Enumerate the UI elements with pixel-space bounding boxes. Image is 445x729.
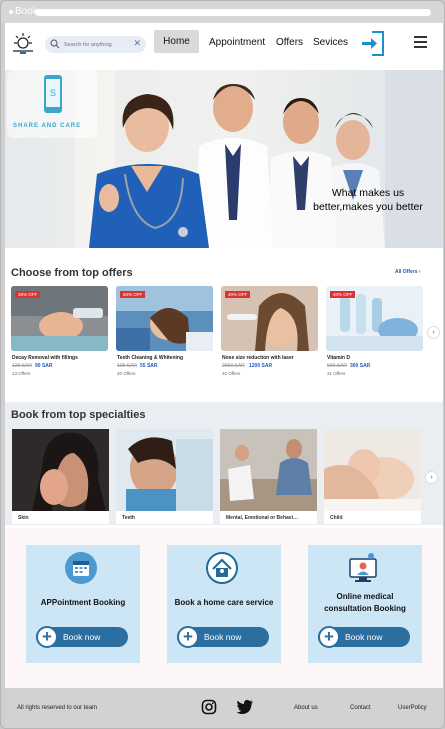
window-dot-icon <box>9 10 13 14</box>
all-offers-label: All Offers <box>395 269 418 275</box>
book-now-label: Book now <box>204 632 242 642</box>
discount-badge: 40% OFF <box>330 291 356 298</box>
phone-logo-icon: S <box>44 75 62 113</box>
offer-new-price: 55 SAR <box>140 363 158 369</box>
offer-old-price: 105 SAR <box>117 363 138 369</box>
specialty-card[interactable]: Child <box>324 429 421 524</box>
page: ✕ Home Appointment Offers Sevices <box>5 23 443 728</box>
specialty-card[interactable]: Teeth <box>116 429 213 524</box>
offer-new-price: 1200 SAR <box>249 363 273 369</box>
book-now-button[interactable]: + Book now <box>318 626 410 648</box>
offers-title: Choose from top offers <box>11 267 133 279</box>
offer-old-price: 2000 SAR <box>222 363 245 369</box>
service-title: Book a home care service <box>174 598 274 607</box>
offer-name: Teeth Cleaning & Whitening <box>117 355 184 361</box>
brand-logo[interactable]: S SHARE AND CARE <box>7 70 97 138</box>
offer-name: Vitamin D <box>327 355 350 361</box>
nav-home[interactable]: Home <box>154 30 199 53</box>
book-now-button[interactable]: + Book now <box>177 626 269 648</box>
twitter-icon[interactable] <box>236 699 254 715</box>
browser-window: Book ✕ <box>0 0 445 729</box>
nav-services[interactable]: Sevices <box>313 37 348 48</box>
appointment-booking-card: APPointment Booking + Book now <box>26 545 140 663</box>
specialty-name: Mental, Emotional or Behavi… <box>226 515 298 521</box>
offer-name: Nose size reduction with laser <box>222 355 294 361</box>
search-input[interactable] <box>64 38 134 51</box>
offer-count: 40 Offers <box>117 371 136 376</box>
instagram-icon[interactable] <box>201 699 217 715</box>
specialties-next-arrow-icon[interactable]: › <box>425 471 438 484</box>
offer-card[interactable]: 40% OFF Vitamin D 500 SAR 300 SAR 31 Off… <box>326 286 423 381</box>
service-title: APPointment Booking <box>40 598 126 607</box>
offers-next-arrow-icon[interactable]: › <box>427 326 440 339</box>
discount-badge: 50% OFF <box>120 291 146 298</box>
brand-letter: S <box>50 88 56 98</box>
search-icon <box>50 39 60 49</box>
nav-appointment[interactable]: Appointment <box>209 37 265 48</box>
nav-offers[interactable]: Offers <box>276 37 303 48</box>
offer-old-price: 500 SAR <box>327 363 348 369</box>
login-icon[interactable] <box>360 30 386 57</box>
search-box[interactable]: ✕ <box>45 36 146 53</box>
book-now-button[interactable]: + Book now <box>36 626 128 648</box>
offer-card[interactable]: 50% OFF Teeth Cleaning & Whitening 105 S… <box>116 286 213 381</box>
sun-logo-icon[interactable] <box>11 32 35 56</box>
address-bar[interactable] <box>35 9 431 16</box>
specialty-image <box>324 429 421 511</box>
offer-new-price: 300 SAR <box>350 363 371 369</box>
offer-name: Decay Removal with fillings <box>12 355 78 361</box>
home-care-card: Book a home care service + Book now <box>167 545 281 663</box>
service-title: Online medical consultation Booking <box>324 592 406 613</box>
hero-tagline: What makes us better,makes you better <box>303 186 433 214</box>
offer-count: 31 Offers <box>327 371 346 376</box>
offer-new-price: 90 SAR <box>35 363 53 369</box>
online-consultation-icon <box>349 553 377 582</box>
calendar-icon <box>65 552 97 584</box>
specialty-name: Child <box>330 515 343 521</box>
offer-card[interactable]: 25% OFF Decay Removal with fillings 120 … <box>11 286 108 381</box>
specialty-card[interactable]: Skin <box>12 429 109 524</box>
tagline-line-2: better,makes you better <box>313 201 423 213</box>
browser-title-bar: Book <box>1 1 444 23</box>
discount-badge: 25% OFF <box>15 291 41 298</box>
offer-card[interactable]: 40% OFF Nose size reduction with laser 2… <box>221 286 318 381</box>
offer-count: 32 Offers <box>222 371 241 376</box>
footer-link-about[interactable]: About us <box>294 705 318 711</box>
all-offers-arrow-icon: › <box>418 269 421 275</box>
online-consultation-card: Online medical consultation Booking + Bo… <box>308 545 422 663</box>
specialty-name: Skin <box>18 515 29 521</box>
specialty-image <box>220 429 317 511</box>
copyright-text: All rights reserved to our team <box>17 705 98 711</box>
specialty-image <box>116 429 213 511</box>
hamburger-menu-icon[interactable] <box>414 36 427 48</box>
footer-link-user-policy[interactable]: UserPolicy <box>398 705 427 711</box>
clear-search-icon[interactable]: ✕ <box>133 38 141 49</box>
plus-icon: + <box>177 626 199 648</box>
offer-count: 13 Offers <box>12 371 31 376</box>
plus-icon: + <box>36 626 58 648</box>
home-care-icon <box>206 552 238 584</box>
hero-banner: S SHARE AND CARE What makes us better,ma… <box>5 70 443 248</box>
specialties-title: Book from top specialties <box>11 409 146 421</box>
specialty-card[interactable]: Mental, Emotional or Behavi… <box>220 429 317 524</box>
plus-icon: + <box>318 626 340 648</box>
footer: All rights reserved to our team About us… <box>5 688 443 728</box>
top-header: ✕ Home Appointment Offers Sevices <box>5 23 443 67</box>
offer-old-price: 120 SAR <box>12 363 33 369</box>
footer-link-contact[interactable]: Contact <box>350 705 371 711</box>
all-offers-link[interactable]: All Offers › <box>395 269 421 275</box>
tagline-line-1: What makes us <box>331 187 405 199</box>
discount-badge: 40% OFF <box>225 291 251 298</box>
brand-name: SHARE AND CARE <box>13 123 82 129</box>
book-now-label: Book now <box>63 632 101 642</box>
specialty-image <box>12 429 109 511</box>
book-now-label: Book now <box>345 632 383 642</box>
specialty-name: Teeth <box>122 515 135 521</box>
